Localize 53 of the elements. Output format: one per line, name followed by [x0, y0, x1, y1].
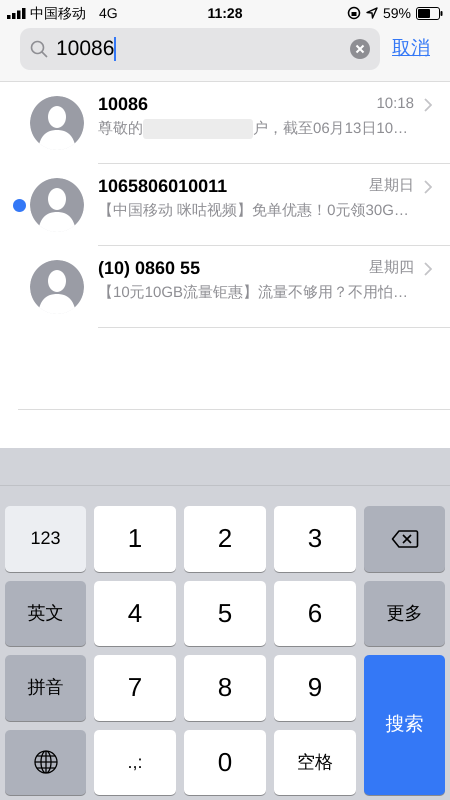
keyboard-key[interactable]: 2 — [184, 506, 266, 572]
avatar-icon — [30, 178, 84, 232]
clear-icon[interactable] — [350, 39, 370, 59]
message-preview: 【10元10GB流量钜惠】流量不够用？不用怕… — [98, 283, 408, 303]
globe-key[interactable] — [5, 730, 86, 795]
message-preview: 户，截至06月13日10… — [253, 119, 408, 139]
keyboard-key[interactable]: 9 — [274, 655, 356, 720]
signal-icon — [7, 8, 27, 18]
message-row[interactable]: (10) 0860 55 星期四 【10元10GB流量钜惠】流量不够用？不用怕… — [0, 246, 450, 328]
keyboard-key[interactable]: 更多 — [364, 580, 445, 646]
keyboard-key[interactable]: 1 — [94, 506, 176, 572]
message-row[interactable]: 10086 10:18 尊敬的 户，截至06月13日10… — [0, 82, 450, 164]
status-time: 11:28 — [207, 4, 243, 22]
backspace-icon — [390, 528, 418, 549]
network-type: 4G — [99, 4, 118, 22]
sender-name: 10086 — [98, 93, 148, 116]
keyboard-key[interactable]: 0 — [184, 730, 266, 795]
rotation-lock-icon — [346, 6, 361, 20]
keyboard-key[interactable]: 拼音 — [5, 655, 86, 720]
keyboard-key[interactable]: 8 — [184, 655, 266, 720]
keyboard-key[interactable]: 5 — [184, 580, 266, 646]
search-key[interactable]: 搜索 — [364, 655, 445, 795]
message-time: 星期四 — [369, 258, 414, 278]
keyboard-key[interactable]: 6 — [274, 580, 356, 646]
message-row[interactable]: 1065806010011 星期日 【中国移动 咪咕视频】免单优惠！0元领30G… — [0, 164, 450, 246]
message-preview: 尊敬的 — [98, 119, 143, 139]
keyboard-key[interactable]: 123 — [5, 506, 86, 572]
keyboard-key[interactable]: 7 — [94, 655, 176, 720]
delete-key[interactable] — [364, 506, 445, 572]
avatar-icon — [30, 260, 84, 314]
carrier-name: 中国移动 — [30, 4, 86, 22]
keyboard-key[interactable]: 空格 — [274, 730, 356, 795]
keyboard-key[interactable]: .,: — [94, 730, 176, 795]
search-icon — [30, 40, 48, 58]
globe-icon — [34, 750, 58, 774]
message-preview: 【中国移动 咪咕视频】免单优惠！0元领30G… — [98, 201, 409, 221]
chevron-icon — [424, 98, 432, 112]
cancel-link[interactable]: 取消 — [392, 34, 430, 64]
search-value: 10086 — [56, 36, 114, 62]
message-time: 星期日 — [369, 176, 414, 196]
chevron-icon — [424, 180, 432, 194]
battery-percent: 59% — [382, 4, 411, 22]
avatar-icon — [30, 96, 84, 150]
keyboard-key[interactable]: 3 — [274, 506, 356, 572]
chevron-icon — [424, 262, 432, 276]
battery-icon — [416, 6, 443, 20]
keyboard-key[interactable]: 英文 — [5, 580, 86, 646]
search-field[interactable]: 10086 — [20, 28, 380, 70]
location-icon — [366, 7, 378, 19]
keyboard-key[interactable]: 4 — [94, 580, 176, 646]
sender-name: (10) 0860 55 — [98, 257, 200, 280]
message-time: 10:18 — [376, 94, 414, 114]
sender-name: 1065806010011 — [98, 175, 228, 198]
